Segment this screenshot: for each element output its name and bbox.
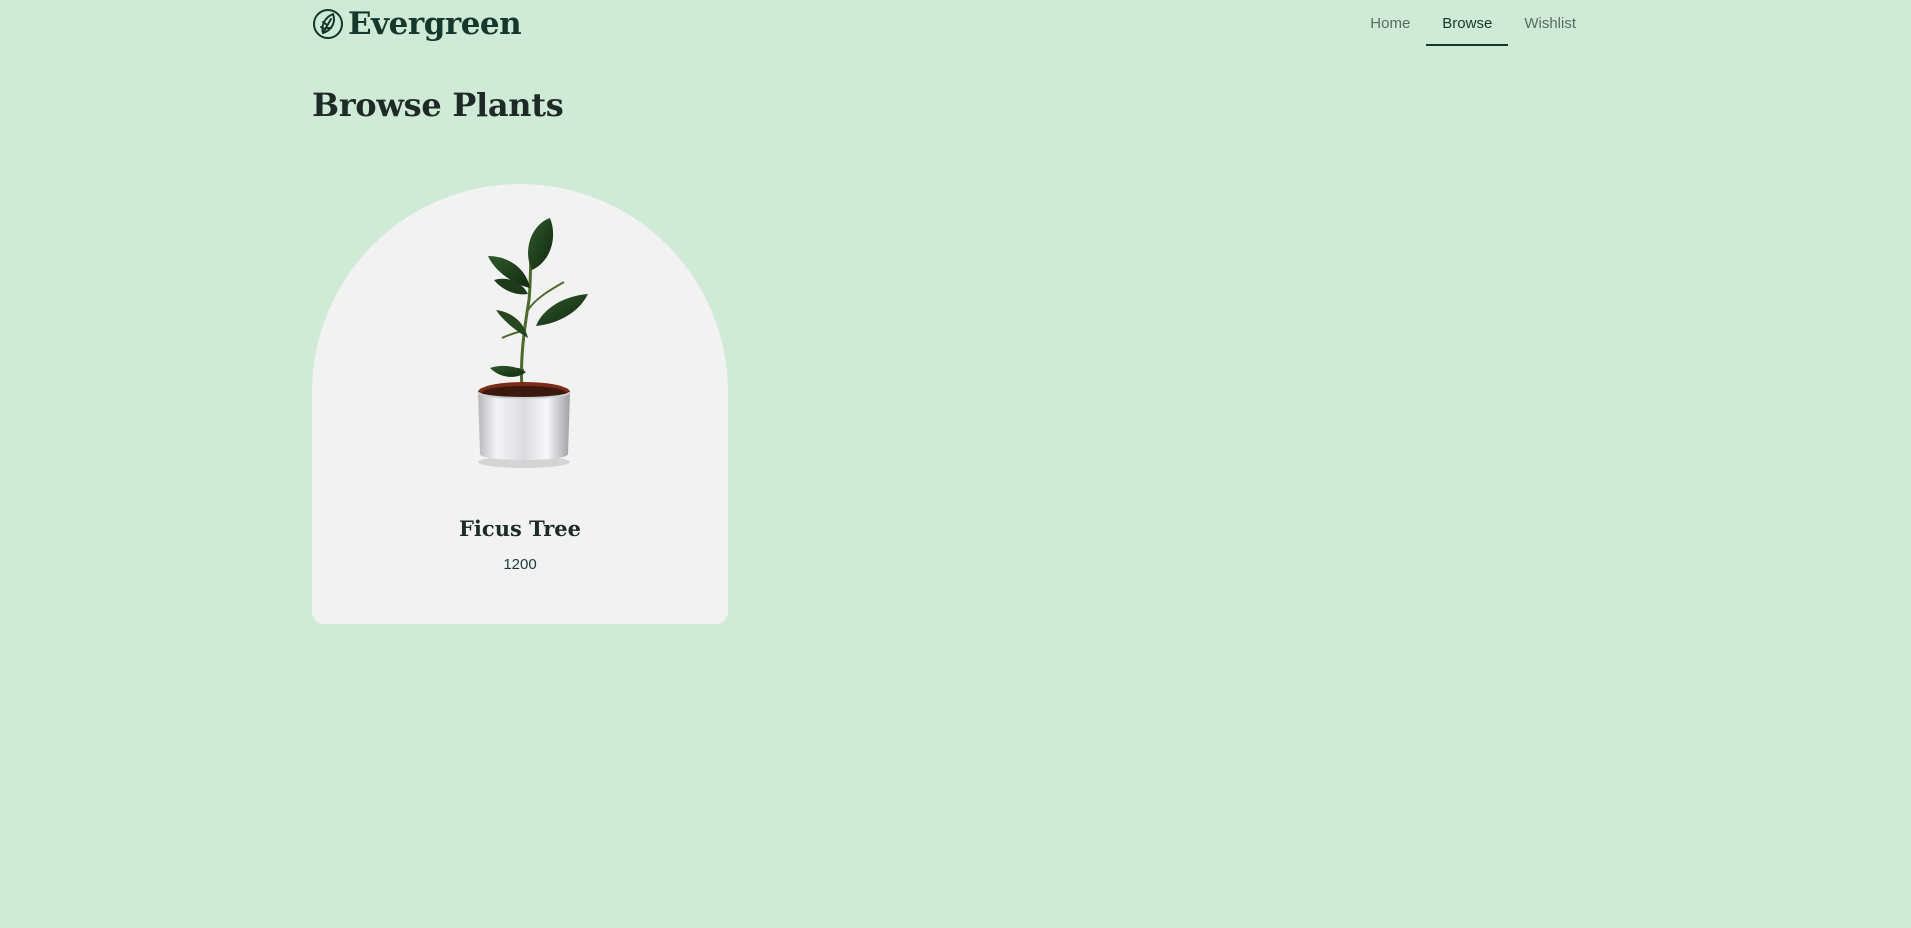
nav-home[interactable]: Home — [1354, 0, 1426, 46]
nav-browse[interactable]: Browse — [1426, 0, 1509, 46]
nav-wishlist[interactable]: Wishlist — [1508, 0, 1592, 46]
leaf-icon — [312, 8, 344, 40]
product-name: Ficus Tree — [459, 516, 581, 541]
product-price: 1200 — [503, 556, 537, 573]
page-title: Browse Plants — [312, 86, 564, 124]
page-container: Evergreen Home Browse Wishlist Browse Pl… — [312, 0, 1592, 624]
site-header: Evergreen Home Browse Wishlist — [312, 0, 1592, 50]
product-card[interactable]: Ficus Tree 1200 — [312, 184, 728, 624]
potted-plant-image — [477, 218, 588, 468]
main-nav: Home Browse Wishlist — [1354, 0, 1592, 46]
brand-name: Evergreen — [348, 6, 522, 42]
brand-logo[interactable]: Evergreen — [312, 6, 522, 42]
